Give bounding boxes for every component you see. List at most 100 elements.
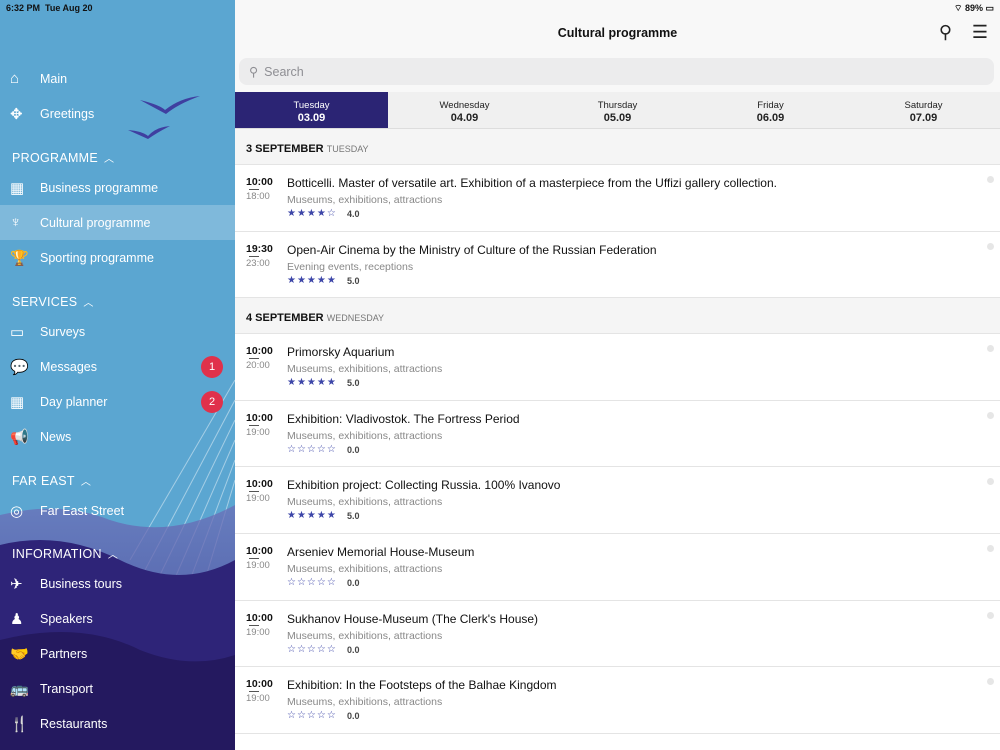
- chevron-up-icon: ︿: [80, 477, 92, 488]
- home-icon: ⌂: [10, 70, 20, 87]
- event-title: Exhibition: Vladivostok. The Fortress Pe…: [287, 411, 520, 426]
- sidebar-item-partners[interactable]: 🤝 Partners: [0, 636, 235, 671]
- page-title: Cultural programme: [557, 26, 678, 40]
- rating-value: 5.0: [347, 511, 360, 522]
- tab-date[interactable]: Tuesday 03.09: [235, 92, 388, 128]
- event-row[interactable]: 10:00 19:00 Sukhanov House-Museum (The Cle…: [235, 601, 1000, 668]
- start-time: 10:00: [246, 678, 273, 691]
- event-row[interactable]: 10:00 20:00 Primorsky Aquarium Museums, exh…: [235, 334, 1000, 401]
- start-time: 10:00: [246, 176, 273, 188]
- end-time: 19:00: [246, 693, 270, 705]
- end-time: 18:00: [246, 191, 270, 202]
- tab-date[interactable]: Wednesday 04.09: [388, 92, 541, 128]
- sidebar-item-business-tours[interactable]: ✈ Business tours: [0, 566, 235, 601]
- megaphone-icon: 📢: [10, 428, 29, 446]
- start-time: 10:00: [246, 544, 273, 557]
- favorite-dot-icon[interactable]: [987, 544, 994, 552]
- filter-settings-icon[interactable]: ☰: [972, 22, 988, 43]
- search-icon[interactable]: ⚲: [939, 22, 952, 43]
- event-row[interactable]: 10:00 19:00 Exhibition: Vladivostok. The F…: [235, 401, 1000, 468]
- tab-date[interactable]: Friday 06.09: [694, 92, 847, 128]
- chat-icon: 💬: [10, 358, 29, 376]
- rating-stars-icon: ☆☆☆☆☆: [287, 576, 337, 588]
- event-category: Museums, exhibitions, attractions: [287, 194, 443, 206]
- chevron-up-icon: ︿: [83, 298, 94, 309]
- date-tabs: Tuesday 03.09 Wednesday 04.09 Thursday 05.09 F…: [235, 92, 1000, 129]
- event-row[interactable]: 10:00 19:00 Exhibition project: Collecting…: [235, 467, 1000, 534]
- sidebar-item-speakers[interactable]: ♟ Speakers: [0, 601, 235, 636]
- status-time: 6:32 PM Tue Aug 20: [6, 3, 93, 13]
- start-time: 10:00: [246, 411, 273, 424]
- survey-icon: ▭: [10, 323, 25, 341]
- main-panel: Cultural programme ⚲ ☰ ⚲ Search Tuesday 03…: [235, 0, 1000, 750]
- start-time: 10:00: [246, 611, 273, 624]
- event-title: Botticelli. Master of versatile art. Exh…: [287, 176, 777, 190]
- event-category: Evening events, receptions: [287, 260, 414, 273]
- rating-stars-icon: ☆☆☆☆☆: [287, 643, 337, 655]
- start-time: 19:30: [246, 242, 273, 255]
- sidebar-item-news[interactable]: 📢 News: [0, 419, 235, 454]
- favorite-dot-icon[interactable]: [987, 478, 994, 486]
- cutlery-icon: 🍴: [10, 715, 29, 733]
- plane-icon: ✈: [10, 575, 23, 593]
- favorite-dot-icon[interactable]: [987, 242, 994, 250]
- event-category: Museums, exhibitions, attractions: [287, 429, 443, 442]
- end-time: 19:00: [246, 626, 270, 638]
- event-category: Museums, exhibitions, attractions: [287, 629, 443, 642]
- handshake-icon: 🤝: [10, 645, 29, 663]
- sidebar-item-transport[interactable]: 🚌 Transport: [0, 671, 235, 706]
- sidebar-item-messages[interactable]: 💬 Messages 1: [0, 349, 235, 384]
- event-title: Exhibition project: Collecting Russia. 1…: [287, 478, 561, 493]
- rating-stars-icon: ★★★★☆: [287, 208, 337, 219]
- rating-value: 0.0: [347, 644, 360, 655]
- sidebar: 6:32 PM Tue Aug 20 ⌂ Main ✥ Greetings PROGRA…: [0, 0, 235, 750]
- favorite-dot-icon[interactable]: [987, 411, 994, 419]
- search-input[interactable]: ⚲ Search: [239, 58, 994, 85]
- rating-stars-icon: ★★★★★: [287, 377, 337, 389]
- favorite-dot-icon[interactable]: [987, 176, 994, 183]
- sidebar-item-main[interactable]: ⌂ Main: [0, 61, 235, 96]
- section-far-east[interactable]: FAR EAST ︿: [12, 473, 91, 488]
- bus-icon: 🚌: [10, 680, 29, 698]
- sidebar-item-business-programme[interactable]: ▦ Business programme: [0, 170, 235, 205]
- tab-date[interactable]: Saturday 07.09: [847, 92, 1000, 128]
- event-category: Museums, exhibitions, attractions: [287, 496, 443, 509]
- rating-value: 4.0: [347, 209, 360, 219]
- section-services[interactable]: SERVICES ︿: [12, 294, 94, 309]
- favorite-dot-icon[interactable]: [987, 678, 994, 686]
- rating-stars-icon: ★★★★★: [287, 510, 337, 522]
- sidebar-item-greetings[interactable]: ✥ Greetings: [0, 96, 235, 131]
- calendar-clock-icon: ▦: [10, 179, 25, 197]
- sidebar-item-restaurants[interactable]: 🍴 Restaurants: [0, 706, 235, 741]
- event-row[interactable]: 10:00 19:00 Arseniev Memorial House-Museum…: [235, 534, 1000, 601]
- sidebar-item-sporting-programme[interactable]: 🏆 Sporting programme: [0, 240, 235, 275]
- event-list: 3 SEPTEMBER TUESDAY 10:00 18:00 Botticelli.…: [235, 129, 1000, 734]
- sidebar-item-surveys[interactable]: ▭ Surveys: [0, 314, 235, 349]
- sidebar-item-far-east-street[interactable]: ◎ Far East Street: [0, 493, 235, 528]
- top-bar: Cultural programme ⚲ ☰: [235, 0, 1000, 56]
- favorite-dot-icon[interactable]: [987, 345, 994, 353]
- section-information[interactable]: INFORMATION ︿: [12, 546, 118, 561]
- far-east-logo-icon: ◎: [10, 502, 24, 520]
- section-programme[interactable]: PROGRAMME ︿: [12, 150, 114, 165]
- rating-value: 0.0: [347, 711, 360, 722]
- rating-value: 0.0: [347, 444, 360, 455]
- search-icon: ⚲: [249, 65, 259, 79]
- day-header: 4 SEPTEMBER WEDNESDAY: [235, 298, 1000, 335]
- event-row[interactable]: 19:30 23:00 Open-Air Cinema by the Ministr…: [235, 232, 1000, 299]
- rating-value: 0.0: [347, 577, 360, 588]
- day-header: 3 SEPTEMBER TUESDAY: [235, 129, 1000, 165]
- event-title: Primorsky Aquarium: [287, 345, 395, 360]
- tab-date[interactable]: Thursday 05.09: [541, 92, 694, 128]
- sidebar-item-cultural-programme[interactable]: ♆ Cultural programme: [0, 205, 235, 240]
- event-title: Exhibition: In the Footsteps of the Balh…: [287, 678, 557, 693]
- sidebar-item-day-planner[interactable]: ▦ Day planner 2: [0, 384, 235, 419]
- favorite-dot-icon[interactable]: [987, 611, 994, 619]
- event-category: Museums, exhibitions, attractions: [287, 696, 443, 709]
- status-battery: ⌔ 89% ▭: [954, 3, 994, 13]
- event-row[interactable]: 10:00 18:00 Botticelli. Master of versatil…: [235, 165, 1000, 232]
- event-title: Sukhanov House-Museum (The Clerk's House…: [287, 611, 539, 626]
- event-row[interactable]: 10:00 19:00 Exhibition: In the Footsteps o…: [235, 667, 1000, 734]
- end-time: 19:00: [246, 426, 270, 438]
- rating-value: 5.0: [347, 275, 360, 286]
